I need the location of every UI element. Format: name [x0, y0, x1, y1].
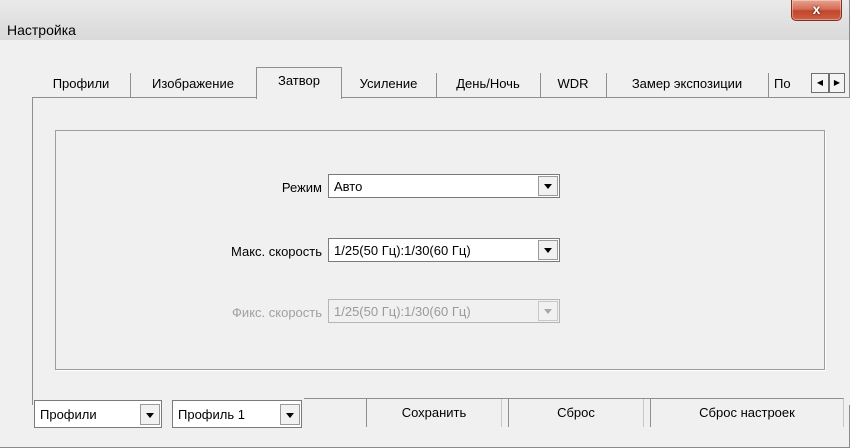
title-bar: Настройка x	[0, 0, 849, 40]
fixed-speed-select: 1/25(50 Гц):1/30(60 Гц)	[328, 299, 560, 323]
max-speed-dropdown-button[interactable]	[538, 240, 558, 260]
reset-settings-button[interactable]: Сброс настроек	[650, 398, 844, 427]
tab-wdr[interactable]: WDR	[540, 73, 607, 97]
fixed-speed-value: 1/25(50 Гц):1/30(60 Гц)	[334, 304, 471, 319]
tab-exposure-metering[interactable]: Замер экспозиции	[606, 73, 769, 97]
tab-day-night[interactable]: День/Ночь	[436, 73, 541, 97]
mode-label: Режим	[281, 180, 322, 195]
max-speed-select[interactable]: 1/25(50 Гц):1/30(60 Гц)	[328, 238, 560, 262]
window-title: Настройка	[7, 22, 76, 38]
fixed-speed-label: Фикс. скорость	[232, 305, 322, 320]
client-area: Профили Изображение Затвор Усиление День…	[0, 40, 850, 447]
close-button[interactable]: x	[791, 0, 842, 21]
shutter-panel: Режим Авто Макс. скорость 1/25(50 Гц):1/…	[32, 97, 850, 405]
chevron-down-icon	[146, 413, 154, 418]
profiles-select[interactable]: Профили	[34, 400, 162, 428]
bottom-bar: Профили Профиль 1 Сохранить Сброс Сброс …	[32, 398, 849, 444]
profile-select-value: Профиль 1	[178, 407, 245, 422]
chevron-down-icon	[544, 184, 552, 189]
reset-button[interactable]: Сброс	[508, 398, 644, 427]
tab-scroll-right-icon[interactable]: ▶	[829, 73, 845, 93]
profiles-select-value: Профили	[40, 407, 97, 422]
save-button[interactable]: Сохранить	[366, 398, 502, 427]
tab-more[interactable]: По	[768, 73, 808, 97]
mode-select[interactable]: Авто	[328, 174, 560, 198]
profile-dropdown-button[interactable]	[280, 404, 300, 425]
max-speed-value: 1/25(50 Гц):1/30(60 Гц)	[334, 243, 471, 258]
fixed-speed-dropdown-button	[538, 301, 558, 321]
tab-scroll-left-icon[interactable]: ◀	[811, 73, 829, 93]
tab-strip: Профили Изображение Затвор Усиление День…	[32, 65, 849, 99]
tab-profiles[interactable]: Профили	[32, 73, 131, 97]
profiles-dropdown-button[interactable]	[140, 404, 160, 425]
bottom-separator	[304, 398, 366, 399]
max-speed-label: Макс. скорость	[230, 244, 322, 259]
tab-image[interactable]: Изображение	[130, 73, 257, 97]
chevron-down-icon	[544, 248, 552, 253]
chevron-down-icon	[544, 309, 552, 314]
bottom-separator	[500, 398, 508, 399]
mode-value: Авто	[334, 179, 363, 194]
settings-window: Настройка x Профили Изображение Затвор У…	[0, 0, 850, 448]
close-icon: x	[812, 1, 821, 17]
chevron-down-icon	[286, 413, 294, 418]
tab-gain[interactable]: Усиление	[341, 73, 437, 97]
shutter-group: Режим Авто Макс. скорость 1/25(50 Гц):1/…	[55, 130, 825, 370]
profile-select[interactable]: Профиль 1	[172, 400, 302, 428]
mode-dropdown-button[interactable]	[538, 176, 558, 196]
tab-shutter[interactable]: Затвор	[256, 67, 342, 99]
bottom-separator	[642, 398, 650, 399]
